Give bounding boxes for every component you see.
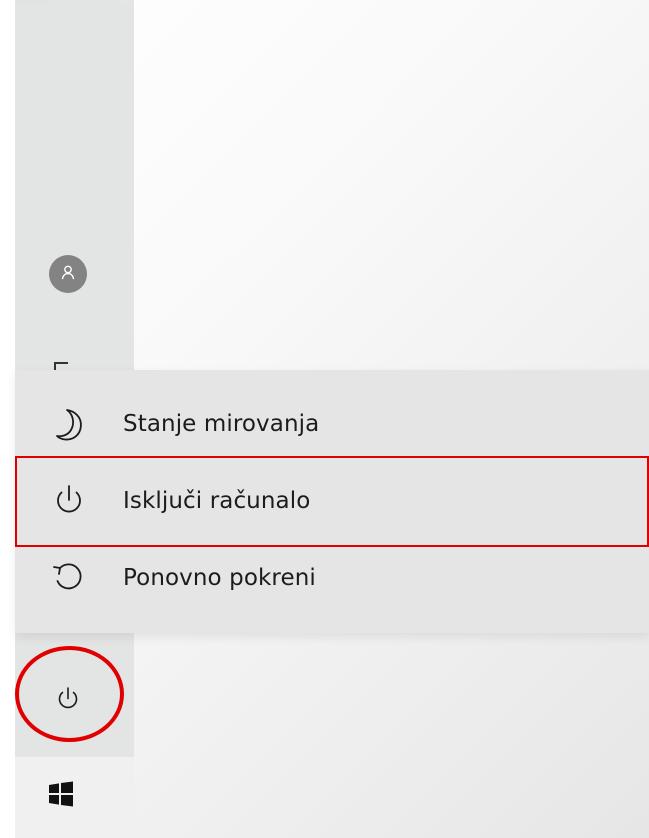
menu-item-restart-label: Ponovno pokreni [123,565,316,591]
power-icon [53,684,83,718]
menu-item-sleep[interactable]: Stanje mirovanja [15,384,649,464]
menu-item-shutdown-label: Isključi računalo [123,488,311,514]
start-button[interactable] [46,781,76,811]
menu-item-shutdown[interactable]: Isključi računalo [15,461,649,541]
menu-item-restart[interactable]: Ponovno pokreni [15,538,649,618]
restart-icon [49,558,89,598]
windows-logo-icon [48,781,74,811]
user-avatar-icon [60,264,76,284]
moon-icon [49,404,89,444]
power-options-menu: Stanje mirovanja Isključi računalo Ponov… [15,370,649,633]
menu-item-sleep-label: Stanje mirovanja [123,411,320,437]
user-account-button[interactable] [49,255,87,293]
power-icon [49,481,89,521]
power-button[interactable] [33,666,103,736]
